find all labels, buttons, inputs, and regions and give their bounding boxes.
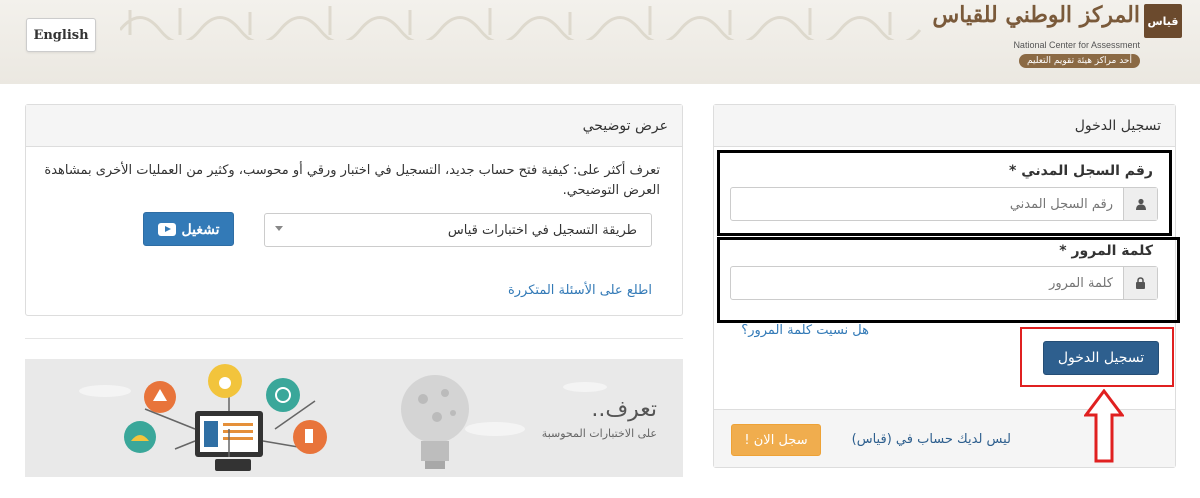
play-label: تشغيل (181, 220, 220, 237)
forgot-password-link[interactable]: هل نسيت كلمة المرور؟ (741, 323, 869, 338)
calligraphy-pattern-icon (120, 6, 922, 40)
logo-english-name: National Center for Assessment (1013, 40, 1140, 50)
password-input[interactable] (731, 267, 1123, 299)
login-panel: تسجيل الدخول رقم السجل المدني * كلمة الم… (713, 104, 1180, 468)
site-header: English قياس المركز الوطني للقياس Nation… (0, 0, 1200, 84)
qiyas-logo-mark: قياس (1144, 4, 1182, 38)
national-id-input[interactable] (731, 188, 1123, 220)
play-demo-button[interactable]: تشغيل (143, 212, 234, 246)
logo-mark-text: قياس (1147, 14, 1179, 28)
demo-topic-select[interactable]: طريقة التسجيل في اختبارات قياس (264, 213, 652, 247)
login-panel-title: تسجيل الدخول (714, 105, 1175, 147)
demo-description: تعرف أكثر على: كيفية فتح حساب جديد، التس… (44, 163, 660, 198)
no-account-text: ليس لديك حساب في (قياس) (851, 432, 1011, 447)
computer-tests-banner[interactable]: تعرف.. على الاختبارات المحوسبة (25, 359, 683, 477)
logo-tagline: أحد مراكز هيئة تقويم التعليم (1019, 54, 1140, 68)
logo-arabic-name: المركز الوطني للقياس (932, 2, 1140, 28)
register-now-button[interactable]: سجل الان ! (731, 424, 821, 456)
password-input-group (730, 266, 1158, 300)
nca-logo[interactable]: قياس المركز الوطني للقياس National Cente… (932, 2, 1182, 74)
youtube-play-icon (157, 222, 176, 236)
faq-link[interactable]: اطلع على الأسئلة المتكررة (508, 283, 652, 298)
national-id-label: رقم السجل المدني * (1009, 163, 1153, 179)
banner-subtitle: على الاختبارات المحوسبة (541, 427, 657, 440)
login-button[interactable]: تسجيل الدخول (1043, 341, 1159, 375)
demo-topic-selected: طريقة التسجيل في اختبارات قياس (447, 222, 637, 238)
user-icon (1123, 188, 1157, 220)
up-arrow-icon (1084, 389, 1124, 463)
header-decorative-pattern (120, 0, 940, 40)
national-id-input-group (730, 187, 1158, 221)
demo-panel-title: عرض توضيحي (26, 105, 682, 147)
lock-icon (1123, 267, 1157, 299)
globe-topic-icon (266, 378, 300, 412)
lightbulb-icon (401, 375, 469, 469)
section-divider (25, 338, 683, 339)
password-label: كلمة المرور * (1059, 243, 1153, 259)
chevron-down-icon (275, 226, 283, 231)
demo-panel: عرض توضيحي تعرف أكثر على: كيفية فتح حساب… (25, 104, 683, 316)
banner-illustration (79, 364, 607, 471)
english-language-button[interactable]: English (26, 18, 96, 52)
banner-title: تعرف.. (591, 397, 657, 422)
